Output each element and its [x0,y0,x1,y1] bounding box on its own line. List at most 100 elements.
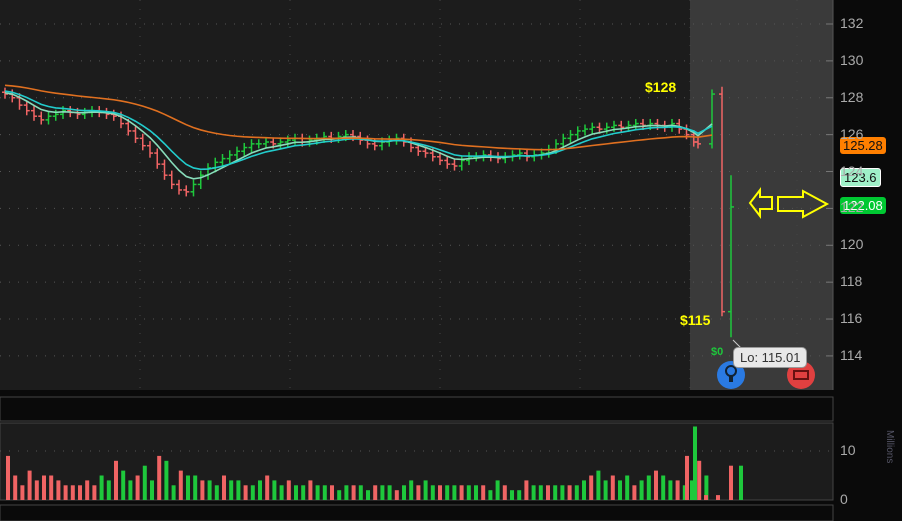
volume-bar [668,480,673,500]
volume-bar [56,480,61,500]
volume-bar [186,475,190,500]
volume-bar [207,480,212,500]
volume-bar [358,485,363,500]
volume-bar [164,460,169,500]
volume-bar [438,485,442,500]
volume-bar [351,485,356,500]
small-label: $0 [711,346,724,358]
volume-bar [13,475,18,500]
volume-bar [524,480,529,500]
price-tick-label: 132 [840,15,864,31]
price-tick-label: 130 [840,51,864,68]
volume-bar [99,475,104,500]
volume-bar [308,480,313,500]
volume-bar [373,485,378,500]
volume-bar [445,485,450,500]
volume-bar [646,475,651,500]
volume-bar [582,480,586,500]
volume-bar [229,480,234,500]
price-chart[interactable] [0,0,902,521]
volume-bar [157,455,162,500]
price-tick-label: 116 [840,310,863,327]
volume-bar [85,480,90,500]
volume-bar [416,485,421,500]
volume-bar [222,475,226,500]
volume-bar [286,480,291,500]
volume-bar [272,480,277,500]
volume-bar [560,485,565,500]
volume-bar [330,485,334,500]
volume-bar [517,490,522,500]
volume-bar [466,485,471,500]
volume-bar [538,485,543,500]
price-tick-label: 126 [840,125,864,142]
volume-bar [495,480,500,500]
volume-bar [452,485,457,500]
volume-bar [716,495,720,500]
high-annotation: $128 [645,79,677,95]
volume-bar [409,480,414,500]
separator-panel [0,396,834,422]
volume-bar [488,490,493,500]
low-annotation: $115 [680,312,711,328]
price-tick-label: 128 [840,88,864,105]
volume-bar [739,465,743,500]
volume-bar [294,485,298,500]
volume-bar [250,485,255,500]
volume-bar [387,485,392,500]
volume-bar [171,485,176,500]
volume-bar [279,485,284,500]
volume-bar [315,485,320,500]
volume-bar [6,455,10,500]
volume-bar [128,480,133,500]
bottom-panel [0,504,834,521]
price-tick-label: 120 [840,236,864,253]
volume-tick-label: 10 [840,442,856,458]
volume-bar [394,490,399,500]
volume-bar [661,475,666,500]
volume-axis-label: Millions [884,430,895,464]
volume-bar [243,485,248,500]
volume-bar [685,455,689,500]
price-tick-label: 122 [840,199,864,216]
volume-bar [474,485,478,500]
volume-bar [49,475,54,500]
volume-bar [531,485,536,500]
volume-bar [618,480,622,500]
volume-bar [430,485,435,500]
volume-bar [178,470,183,500]
volume-bar [654,470,658,500]
volume-bar [114,460,118,500]
volume-bar [150,480,154,500]
price-tick-label: 124 [840,162,864,179]
volume-bar [366,490,370,500]
volume-bar [639,480,644,500]
volume-bar [574,485,579,500]
volume-bar [63,485,68,500]
volume-bar [214,485,219,500]
price-tick-label: 118 [840,273,863,290]
volume-bar [589,475,594,500]
volume-bar [402,485,406,500]
volume-bar [697,460,702,500]
volume-bar [675,480,680,500]
volume-tick-label: 0 [840,491,848,507]
volume-bar [596,470,601,500]
volume-bar [322,485,327,500]
volume-bar [546,485,550,500]
volume-bar [236,480,241,500]
volume-bar [301,485,306,500]
volume-bar [34,480,39,500]
volume-bar [78,485,82,500]
volume-bar [553,485,558,500]
volume-bar [27,470,32,500]
volume-bar [625,475,630,500]
volume-bar [20,485,25,500]
volume-bar [142,465,147,500]
volume-bar [344,485,349,500]
volume-bar [258,480,262,500]
volume-bar [106,480,111,500]
price-tick-label: 114 [840,346,863,363]
volume-bar [70,485,75,500]
volume-bar [502,485,507,500]
